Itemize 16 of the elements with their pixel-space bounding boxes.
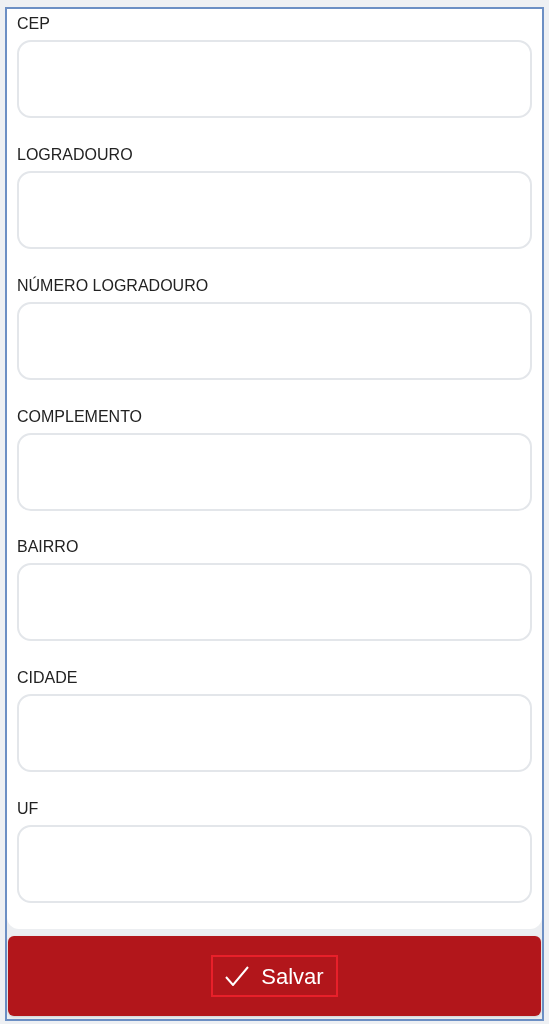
field-label: COMPLEMENTO	[17, 406, 144, 427]
input-field[interactable]	[17, 40, 532, 118]
field-label: CEP	[17, 14, 51, 34]
save-button[interactable]: Salvar	[8, 936, 541, 1016]
checkmark-icon	[225, 966, 250, 986]
input-field[interactable]	[17, 170, 532, 249]
input-field[interactable]	[17, 694, 532, 773]
field-label: UF	[17, 799, 40, 820]
input-field[interactable]	[17, 432, 532, 511]
field-label: BAIRRO	[17, 537, 80, 558]
input-field[interactable]	[17, 825, 532, 904]
input-field[interactable]	[17, 301, 532, 380]
field-label: LOGRADOURO	[17, 144, 134, 165]
field-label: NÚMERO LOGRADOURO	[17, 275, 210, 296]
input-field[interactable]	[17, 563, 532, 642]
field-label: CIDADE	[17, 668, 79, 689]
